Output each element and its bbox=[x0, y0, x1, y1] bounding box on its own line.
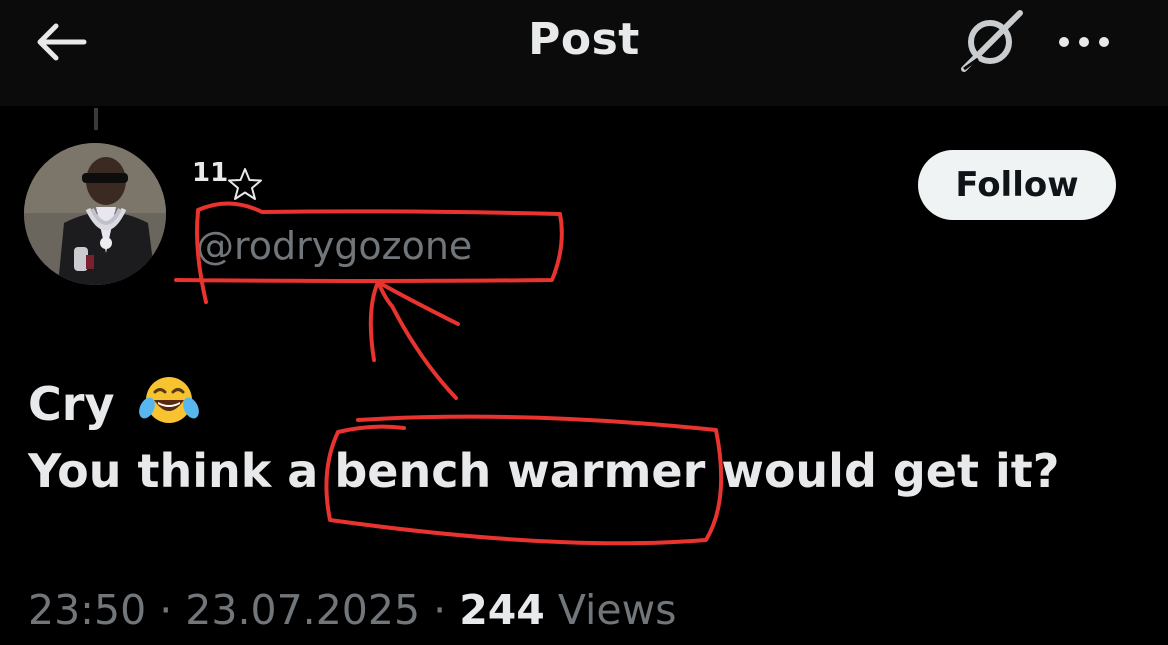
post-screen: Post 11 @rodrygozone Follow Cry You thin… bbox=[0, 0, 1168, 645]
user-handle[interactable]: @rodrygozone bbox=[196, 224, 472, 268]
avatar[interactable] bbox=[24, 143, 166, 285]
post-time: 23:50 bbox=[28, 586, 147, 634]
star-outline-icon bbox=[228, 168, 262, 200]
display-name[interactable]: 11 bbox=[192, 158, 228, 188]
avatar-image bbox=[24, 143, 166, 285]
more-dots-icon bbox=[1059, 37, 1109, 47]
meta-separator: · bbox=[159, 586, 173, 634]
tweet-text-line-2: You think a bench warmer would get it? bbox=[28, 444, 1060, 498]
thread-connector bbox=[94, 108, 98, 130]
views-count[interactable]: 244 bbox=[459, 586, 545, 634]
grok-icon bbox=[961, 10, 1023, 72]
face-with-tears-of-joy-emoji bbox=[139, 377, 200, 423]
tweet-text-line-1: Cry bbox=[28, 372, 200, 431]
follow-button[interactable]: Follow bbox=[918, 150, 1116, 220]
post-date: 23.07.2025 bbox=[185, 586, 421, 634]
meta-separator: · bbox=[433, 586, 447, 634]
post-meta: 23:50 · 23.07.2025 · 244 Views bbox=[28, 586, 676, 634]
more-options-button[interactable] bbox=[1052, 24, 1116, 60]
grok-button[interactable] bbox=[952, 8, 1030, 74]
views-label: Views bbox=[557, 586, 677, 634]
annotation-arrow bbox=[368, 280, 460, 400]
top-bar: Post bbox=[0, 0, 1168, 106]
tweet-text-cry: Cry bbox=[28, 377, 115, 431]
